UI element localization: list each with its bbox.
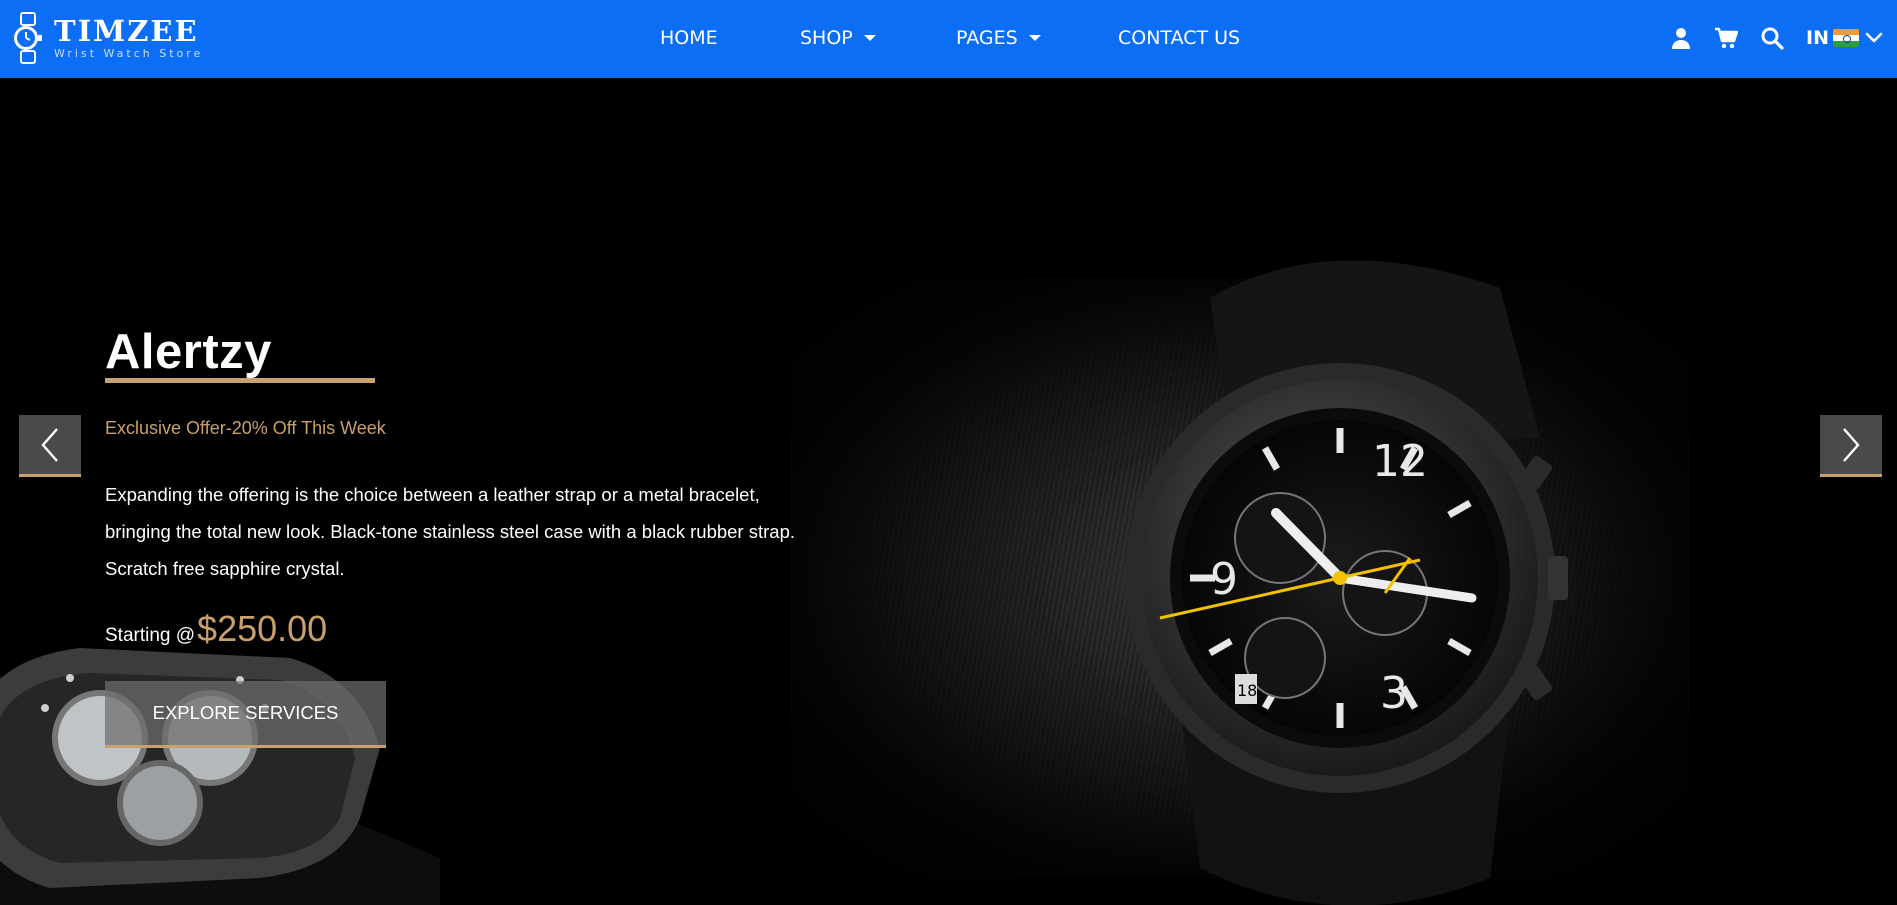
svg-text:12: 12 bbox=[1372, 436, 1428, 487]
slider-next-button[interactable] bbox=[1820, 415, 1882, 477]
nav-item-label: CONTACT US bbox=[1118, 27, 1241, 49]
price-label: Starting @ bbox=[105, 625, 196, 646]
price-row: Starting @ $250.00 bbox=[105, 608, 327, 650]
chevron-down-icon bbox=[1865, 32, 1883, 43]
hero-title: Alertzy bbox=[105, 325, 272, 379]
description-line: Scratch free sapphire crystal. bbox=[105, 558, 345, 579]
nav-item-shop[interactable]: SHOP bbox=[800, 27, 876, 49]
svg-text:9: 9 bbox=[1210, 554, 1238, 605]
svg-text:3: 3 bbox=[1380, 668, 1408, 719]
user-icon[interactable] bbox=[1669, 26, 1693, 50]
nav-item-label: PAGES bbox=[956, 27, 1018, 49]
description-line: Expanding the offering is the choice bet… bbox=[105, 484, 760, 505]
nav-item-label: HOME bbox=[660, 27, 718, 49]
cart-icon[interactable] bbox=[1714, 26, 1738, 50]
hero-offer: Exclusive Offer-20% Off This Week bbox=[105, 418, 386, 438]
hero-watch-image: 12 9 3 18 bbox=[1125, 260, 1568, 905]
chevron-right-icon bbox=[1843, 427, 1860, 462]
explore-services-button[interactable]: EXPLORE SERVICES bbox=[105, 681, 386, 748]
svg-text:18: 18 bbox=[1237, 681, 1257, 700]
slider-prev-button[interactable] bbox=[19, 415, 81, 477]
nav-item-pages[interactable]: PAGES bbox=[956, 27, 1041, 49]
language-selector[interactable]: IN bbox=[1806, 27, 1883, 49]
site-header: TIMZEE Wrist Watch Store HOME SHOP PAGES… bbox=[0, 0, 1897, 78]
chevron-left-icon bbox=[41, 427, 58, 462]
search-icon[interactable] bbox=[1760, 26, 1784, 50]
language-code: IN bbox=[1806, 27, 1829, 49]
description-line: bringing the total new look. Black-tone … bbox=[105, 521, 796, 542]
india-flag-icon bbox=[1832, 29, 1859, 47]
caret-down-icon bbox=[863, 35, 876, 41]
nav-item-home[interactable]: HOME bbox=[660, 27, 718, 49]
hero-description: Expanding the offering is the choice bet… bbox=[105, 476, 865, 587]
main-nav: HOME SHOP PAGES CONTACT US IN bbox=[0, 0, 1897, 78]
hero-slider: 12 9 3 18 Alertzy Exclusive Offer-20% Of… bbox=[0, 78, 1897, 905]
secondary-watch-image bbox=[0, 648, 440, 905]
nav-item-contact[interactable]: CONTACT US bbox=[1118, 27, 1240, 49]
title-underline bbox=[105, 378, 375, 383]
nav-item-label: SHOP bbox=[800, 27, 853, 49]
caret-down-icon bbox=[1028, 35, 1041, 41]
price-value: $250.00 bbox=[197, 608, 328, 649]
